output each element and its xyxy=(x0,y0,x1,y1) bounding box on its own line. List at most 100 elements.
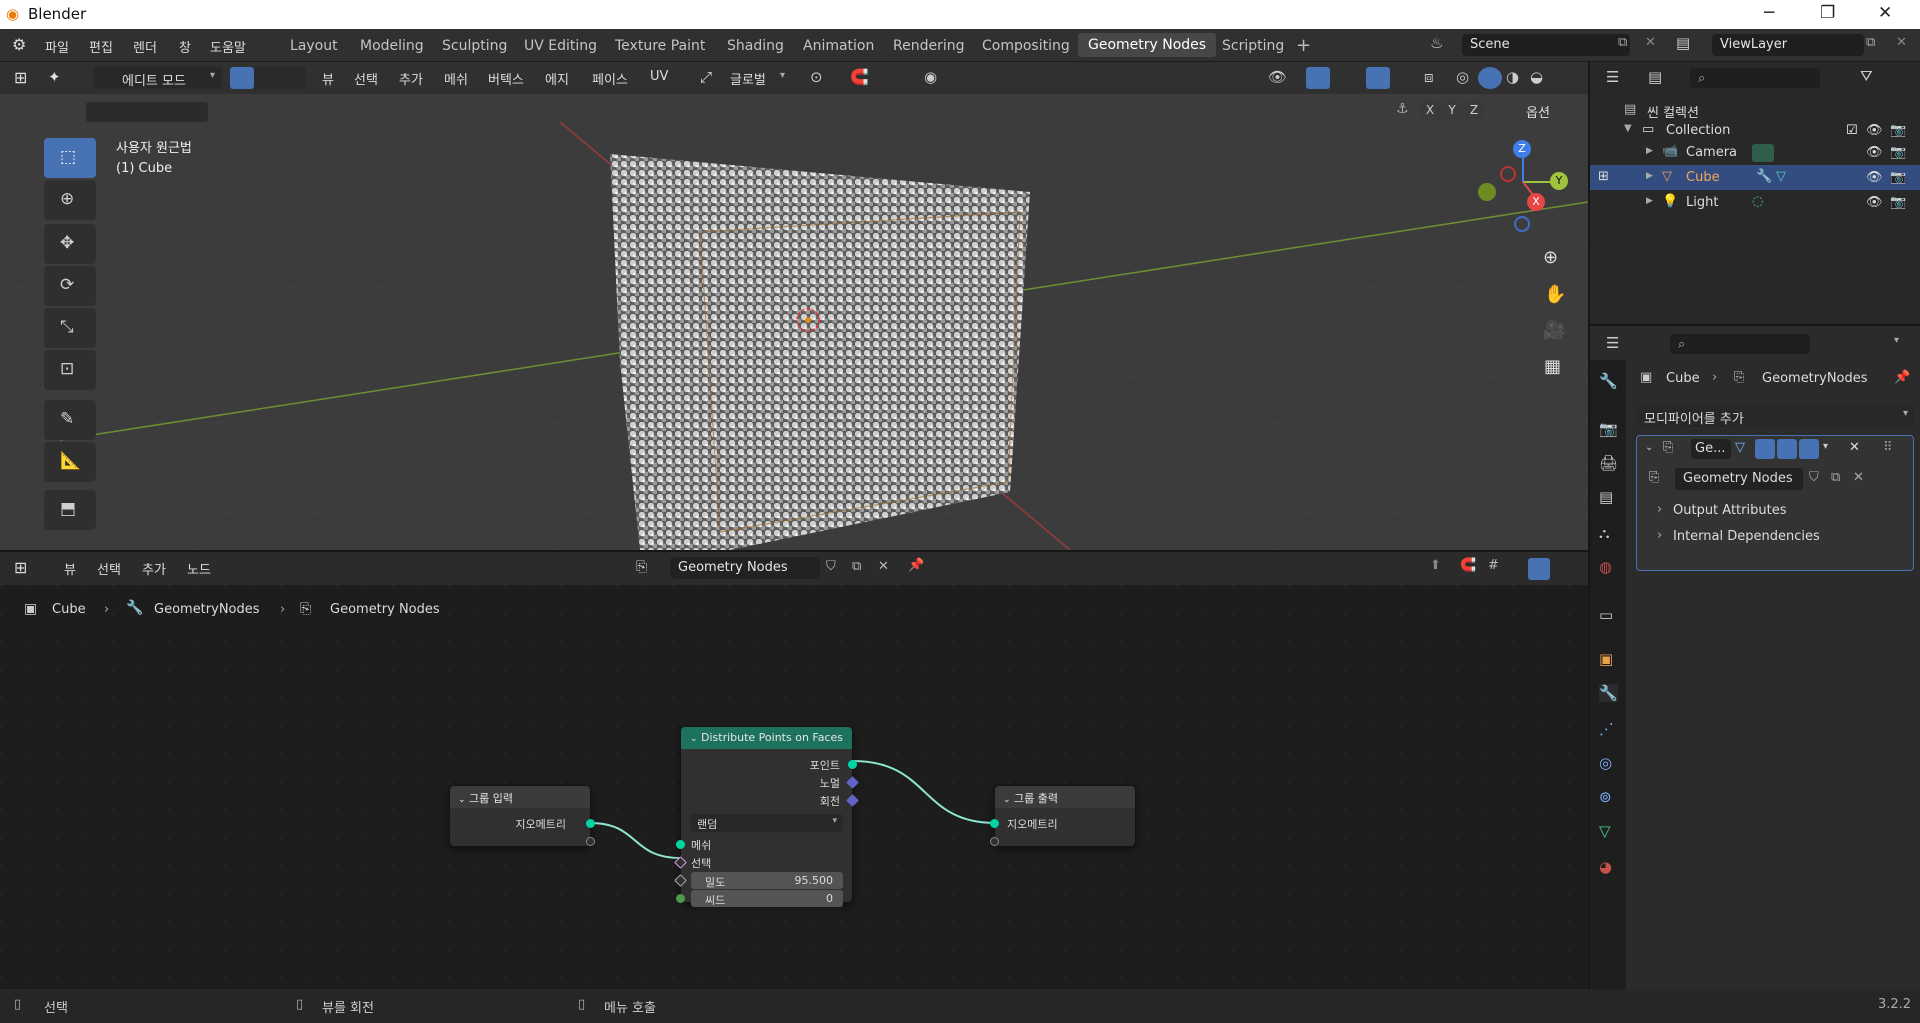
unlink-icon[interactable]: ✕ xyxy=(878,559,889,574)
mode-dropdown[interactable]: 에디트 모드 ▾ xyxy=(94,67,222,89)
solid-shading-icon[interactable] xyxy=(1478,67,1502,89)
group-input-geometry-socket[interactable] xyxy=(586,819,595,828)
menu-add[interactable]: 추가 xyxy=(399,69,423,88)
breadcrumb-node-tree[interactable]: Geometry Nodes xyxy=(330,602,440,617)
select-box-tool[interactable]: ⬚ xyxy=(44,138,96,178)
view-layer-field[interactable]: ViewLayer xyxy=(1712,34,1864,56)
unlink-icon[interactable]: ✕ xyxy=(1853,470,1864,485)
pin-icon[interactable]: 📌 xyxy=(908,558,924,573)
node-tree-field[interactable]: Geometry Nodes xyxy=(670,557,820,579)
tab-texture-paint[interactable]: Texture Paint xyxy=(615,38,705,54)
add-modifier-dropdown[interactable]: 모디파이어를 추가 ▾ xyxy=(1636,405,1914,427)
object-tab-icon[interactable]: ▣ xyxy=(1599,650,1613,668)
transform-orientation-dropdown[interactable]: 글로벌 xyxy=(730,69,766,88)
tab-scripting[interactable]: Scripting xyxy=(1222,38,1284,54)
collapse-arrow-icon[interactable]: ⌄ xyxy=(1645,442,1653,453)
group-input-empty-socket[interactable] xyxy=(586,837,595,846)
chevron-down-icon[interactable]: ▾ xyxy=(1894,335,1899,346)
group-output-geometry-socket[interactable] xyxy=(990,819,999,828)
node-tree-icon[interactable]: ⎘ xyxy=(1649,470,1659,485)
ortho-grid-icon[interactable]: ▦ xyxy=(1544,356,1561,377)
scene-collection-label[interactable]: 씬 컬렉션 xyxy=(1647,102,1699,121)
menu-view[interactable]: 뷰 xyxy=(322,69,334,88)
tab-geometry-nodes[interactable]: Geometry Nodes xyxy=(1078,33,1217,57)
tab-animation[interactable]: Animation xyxy=(803,38,874,54)
axis-x-toggle[interactable]: X xyxy=(1420,100,1440,120)
rotate-tool[interactable]: ⟳ xyxy=(44,266,96,306)
output-attributes-panel[interactable]: › Output Attributes xyxy=(1647,498,1905,522)
editor-type-icon[interactable]: ⊞ xyxy=(14,558,27,577)
fake-user-shield-icon[interactable]: ⛉ xyxy=(826,559,836,574)
breadcrumb-object[interactable]: Cube xyxy=(52,602,86,617)
outliner-row-cube[interactable]: ⊞ ▶ ▽ Cube 🔧 ▽ 👁 📷 xyxy=(1590,165,1920,190)
transform-tool[interactable]: ⊡ xyxy=(44,350,96,390)
xray-icon[interactable]: ⧈ xyxy=(1424,68,1434,86)
render-camera-icon[interactable]: 📷 xyxy=(1890,145,1906,160)
node-menu-view[interactable]: 뷰 xyxy=(64,559,76,578)
group-input-node[interactable]: ⌄ 그룹 입력 지오메트리 xyxy=(449,785,595,847)
density-field[interactable]: 밀도 95.500 xyxy=(691,872,843,889)
fake-user-shield-icon[interactable]: ⛉ xyxy=(1809,470,1819,485)
viewport-toggle-icon[interactable] xyxy=(1777,439,1797,459)
cursor-tool[interactable]: ⊕ xyxy=(44,180,96,220)
modifier-tab-icon[interactable]: 🔧 xyxy=(1599,684,1618,702)
menu-help[interactable]: 도움말 xyxy=(210,37,246,56)
drag-handle-icon[interactable]: ⠿ xyxy=(1883,440,1893,455)
render-camera-icon[interactable]: 📷 xyxy=(1890,123,1906,138)
eye-icon[interactable]: 👁 xyxy=(1866,145,1883,160)
pin-icon[interactable]: 📌 xyxy=(1894,370,1910,385)
outliner-editor-icon[interactable]: ☰ xyxy=(1606,68,1619,86)
vertex-select-icon[interactable] xyxy=(230,67,254,89)
gizmo-toggle-icon[interactable] xyxy=(1306,67,1330,89)
expand-arrow-icon[interactable]: ▶ xyxy=(1646,171,1653,181)
transform-orientation-icon[interactable]: ⤢ xyxy=(700,68,712,86)
tab-shading[interactable]: Shading xyxy=(727,38,784,54)
outliner-search-input[interactable]: ⌕ xyxy=(1690,68,1820,88)
duplicate-icon[interactable]: ⧉ xyxy=(852,559,861,574)
filter-icon[interactable]: ⛛ xyxy=(1860,67,1873,85)
snap-icon[interactable]: 🧲 xyxy=(850,68,869,86)
collection-label[interactable]: Collection xyxy=(1666,123,1730,138)
tool-tab-icon[interactable]: 🔧 xyxy=(1599,372,1618,390)
restore-icon[interactable]: ❐ xyxy=(1820,3,1835,23)
scene-icon[interactable]: ♨ xyxy=(1430,34,1443,52)
constraints-tab-icon[interactable]: ⊚ xyxy=(1599,788,1612,806)
node-menu-add[interactable]: 추가 xyxy=(142,559,166,578)
node-editor[interactable]: ⌄ 그룹 입력 지오메트리 ⌄ Distribute Points on Fac… xyxy=(0,585,1588,989)
modifier-wrench-icon[interactable]: 🔧 xyxy=(1756,169,1772,184)
camera-view-icon[interactable]: 🎥 xyxy=(1543,320,1565,341)
properties-search-input[interactable]: ⌕ xyxy=(1670,334,1810,354)
display-mode-icon[interactable]: ▤ xyxy=(1648,68,1662,86)
add-workspace-icon[interactable]: + xyxy=(1296,35,1311,56)
rendered-shading-icon[interactable]: ◒ xyxy=(1530,68,1543,86)
tab-rendering[interactable]: Rendering xyxy=(893,38,965,54)
zoom-icon[interactable]: ⊕ xyxy=(1543,247,1558,268)
pan-hand-icon[interactable]: ✋ xyxy=(1544,284,1566,305)
edit-mode-icon[interactable]: ⊞ xyxy=(1598,169,1609,184)
menu-render[interactable]: 렌더 xyxy=(133,37,157,56)
cage-toggle-icon[interactable] xyxy=(1755,439,1775,459)
copy-view-layer-icon[interactable]: ⧉ xyxy=(1866,35,1875,50)
material-shading-icon[interactable]: ◑ xyxy=(1506,68,1519,86)
menu-edit[interactable]: 편집 xyxy=(89,37,113,56)
menu-select[interactable]: 선택 xyxy=(354,69,378,88)
chevron-down-icon[interactable]: ▾ xyxy=(1823,441,1828,452)
node-tree-icon[interactable]: ⎘ xyxy=(636,559,647,575)
expand-arrow-icon[interactable]: ▼ xyxy=(1624,123,1632,134)
group-output-header[interactable]: ⌄ 그룹 출력 xyxy=(995,786,1135,808)
view-layer-icon[interactable]: ▤ xyxy=(1676,34,1690,52)
breadcrumb-modifier[interactable]: GeometryNodes xyxy=(154,602,260,617)
particles-tab-icon[interactable]: ⋰ xyxy=(1599,720,1614,738)
gizmo-x-axis[interactable]: X xyxy=(1527,193,1545,211)
eye-icon[interactable]: 👁 xyxy=(1866,170,1883,185)
modifier-name-field[interactable]: Ge... xyxy=(1691,439,1731,459)
outliner-row-light[interactable]: ▶ 💡 Light ◌ 👁 📷 xyxy=(1590,190,1920,215)
object-mode-icon[interactable]: ✦ xyxy=(48,68,61,86)
node-menu-node[interactable]: 노드 xyxy=(187,559,211,578)
gizmo-y-axis[interactable]: Y xyxy=(1550,172,1568,190)
remove-view-layer-icon[interactable]: ✕ xyxy=(1896,35,1907,50)
copy-scene-icon[interactable]: ⧉ xyxy=(1618,35,1627,50)
mirror-icon[interactable]: ⚓ xyxy=(1396,101,1409,117)
points-output-socket[interactable] xyxy=(848,760,857,769)
wireframe-shading-icon[interactable]: ◎ xyxy=(1456,68,1469,86)
